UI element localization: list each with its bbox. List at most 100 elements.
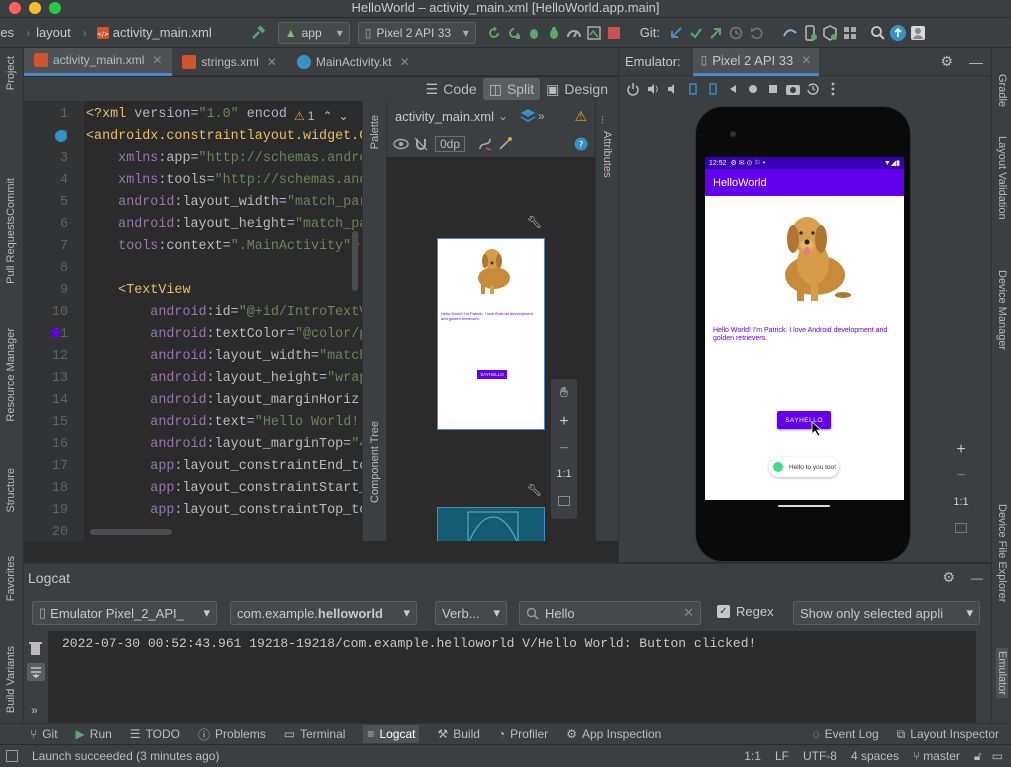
home-icon[interactable] xyxy=(743,79,763,99)
warning-icon[interactable]: ⚠ xyxy=(574,108,587,125)
update-available-icon[interactable] xyxy=(888,23,908,43)
tab-main-activity[interactable]: MainActivity.kt ✕ xyxy=(287,48,420,76)
overview-icon[interactable] xyxy=(763,79,783,99)
breadcrumb-layout[interactable]: layout xyxy=(36,25,71,40)
chevron-double-right-icon[interactable]: » xyxy=(31,703,38,717)
magnet-icon[interactable] xyxy=(411,134,431,154)
actual-size-button[interactable]: 1:1 xyxy=(948,488,974,516)
eye-icon[interactable] xyxy=(391,134,411,154)
git-push-icon[interactable] xyxy=(706,23,726,43)
layout-file-dropdown[interactable]: activity_main.xml xyxy=(395,109,494,124)
blueprint-preview[interactable] xyxy=(437,507,545,541)
camera-icon[interactable] xyxy=(783,79,803,99)
layout-preview[interactable]: Hello World! I'm Patrick. I love Android… xyxy=(437,238,545,430)
tool-tab-emulator[interactable]: Emulator xyxy=(996,648,1008,699)
tool-tab-device-manager[interactable]: Device Manager xyxy=(996,270,1008,350)
git-rollback-icon[interactable] xyxy=(746,23,766,43)
home-gesture-bar[interactable] xyxy=(778,505,830,507)
tool-tab-pull-requests[interactable]: Pull Requests xyxy=(5,216,17,284)
component-tree-tab[interactable]: Component Tree xyxy=(369,421,381,503)
tool-tab-build-variants[interactable]: Build Variants xyxy=(5,646,17,713)
tab-strings[interactable]: strings.xml ✕ xyxy=(172,48,286,76)
close-icon[interactable]: ✕ xyxy=(801,53,811,67)
minimize-window-button[interactable] xyxy=(29,2,41,14)
wrench-icon[interactable]: 🔧︎ xyxy=(527,215,542,229)
stop-icon[interactable] xyxy=(604,23,624,43)
chevron-double-right-icon[interactable]: » xyxy=(538,109,545,123)
apply-changes-icon[interactable] xyxy=(504,23,524,43)
regex-checkbox[interactable]: ✓ Regex xyxy=(717,604,774,619)
horizontal-scrollbar[interactable] xyxy=(90,529,172,535)
zoom-out-icon[interactable]: − xyxy=(948,464,974,488)
split-mode-button[interactable]: ◫ Split xyxy=(482,78,541,100)
tool-button-layout-inspector[interactable]: ⧉ Layout Inspector xyxy=(897,727,999,742)
indent-setting[interactable]: 4 spaces xyxy=(851,749,899,763)
design-surface-icon[interactable] xyxy=(518,106,538,126)
volume-up-icon[interactable] xyxy=(643,79,663,99)
device-dropdown[interactable]: ▯ Pixel 2 API 33 ▾ xyxy=(357,21,476,44)
tool-button-profiler[interactable]: ◔ Profiler xyxy=(498,727,548,741)
file-encoding[interactable]: UTF-8 xyxy=(803,749,837,763)
lock-icon[interactable]: 🔓︎ xyxy=(974,749,982,764)
back-icon[interactable] xyxy=(723,79,743,99)
caret-position[interactable]: 1:1 xyxy=(744,749,761,763)
tool-button-build[interactable]: ⚒ Build xyxy=(437,727,479,741)
gradle-sync-icon[interactable] xyxy=(780,23,800,43)
minimize-icon[interactable]: — xyxy=(971,571,983,585)
actual-size-button[interactable]: 1:1 xyxy=(551,459,577,489)
infer-constraints-icon[interactable] xyxy=(495,134,515,154)
avd-manager-icon[interactable] xyxy=(800,23,820,43)
trash-icon[interactable] xyxy=(29,641,42,655)
design-canvas[interactable]: 🔧︎ Hello World! I'm Patrick. I love Andr… xyxy=(387,157,595,541)
run-config-dropdown[interactable]: ▲ app ▾ xyxy=(277,21,350,44)
default-margin-field[interactable]: 0dp xyxy=(435,136,466,152)
tool-button-run[interactable]: ▶ Run xyxy=(76,727,112,741)
chevron-up-icon[interactable]: ⌃ xyxy=(322,109,332,123)
inspection-widget[interactable]: ⚠ 1 ⌃ ⌄ xyxy=(294,109,349,123)
breadcrumb-res[interactable]: res xyxy=(0,25,14,40)
help-icon[interactable]: ? xyxy=(571,134,591,154)
log-search-input[interactable]: Hello ✕ xyxy=(519,601,701,625)
git-update-icon[interactable] xyxy=(666,23,686,43)
gear-icon[interactable]: ⚙ xyxy=(942,569,955,586)
tool-tab-device-file-explorer[interactable]: Device File Explorer xyxy=(996,504,1008,602)
package-selector[interactable]: com.example. helloworld ▾ xyxy=(230,601,417,625)
code-editor[interactable]: 1<?xml version="1.0" encod2<androidx.con… xyxy=(24,101,362,541)
close-window-button[interactable] xyxy=(9,2,21,14)
code-mode-button[interactable]: ☰ Code xyxy=(420,78,483,100)
attach-debugger-icon[interactable] xyxy=(564,23,584,43)
scroll-to-end-icon[interactable] xyxy=(27,663,45,681)
tool-button-terminal[interactable]: ▭ Terminal xyxy=(284,727,346,741)
rotate-right-icon[interactable] xyxy=(703,79,723,99)
logcat-output[interactable]: 2022-07-30 00:52:43.961 19218-19218/com.… xyxy=(48,631,976,721)
vertical-scrollbar[interactable] xyxy=(352,231,358,291)
close-icon[interactable]: ✕ xyxy=(267,55,277,69)
tool-button-todo[interactable]: ☰ TODO xyxy=(130,727,180,741)
pan-hand-icon[interactable]: ✋︎ xyxy=(551,379,577,405)
tool-tab-resource-manager[interactable]: Resource Manager xyxy=(5,328,17,422)
debug-icon[interactable] xyxy=(524,23,544,43)
minimize-icon[interactable]: — xyxy=(969,54,983,70)
tool-button-logcat[interactable]: ≡ Logcat xyxy=(363,725,420,743)
tool-tab-gradle[interactable]: Gradle xyxy=(996,74,1008,107)
hammer-build-icon[interactable] xyxy=(248,23,268,43)
sdk-manager-icon[interactable] xyxy=(820,23,840,43)
coverage-icon[interactable] xyxy=(584,23,604,43)
chevron-down-icon[interactable]: ⌄ xyxy=(339,109,349,123)
phone-screen[interactable]: 12:52 ⚙ ✉ ⊙ ⚐ • ▼◢▮ HelloWorld Hello Wor… xyxy=(705,157,904,500)
tab-activity-main[interactable]: activity_main.xml ✕ xyxy=(24,47,173,76)
tool-tab-structure[interactable]: Structure xyxy=(5,468,17,513)
project-structure-icon[interactable] xyxy=(840,23,860,43)
tool-tab-commit[interactable]: Commit xyxy=(5,178,17,216)
design-mode-button[interactable]: ▣ Design xyxy=(540,78,614,100)
attributes-tab[interactable]: Attributes xyxy=(601,131,613,177)
zoom-window-button[interactable] xyxy=(49,2,61,14)
tool-tab-project[interactable]: Project xyxy=(5,56,17,90)
zoom-in-icon[interactable]: + xyxy=(948,436,974,464)
volume-down-icon[interactable] xyxy=(663,79,683,99)
line-separator[interactable]: LF xyxy=(775,749,789,763)
wrench-icon[interactable]: 🔧︎ xyxy=(527,483,542,497)
git-branch[interactable]: master xyxy=(923,749,960,763)
rotate-left-icon[interactable] xyxy=(683,79,703,99)
status-message[interactable]: Launch succeeded (3 minutes ago) xyxy=(32,749,219,763)
